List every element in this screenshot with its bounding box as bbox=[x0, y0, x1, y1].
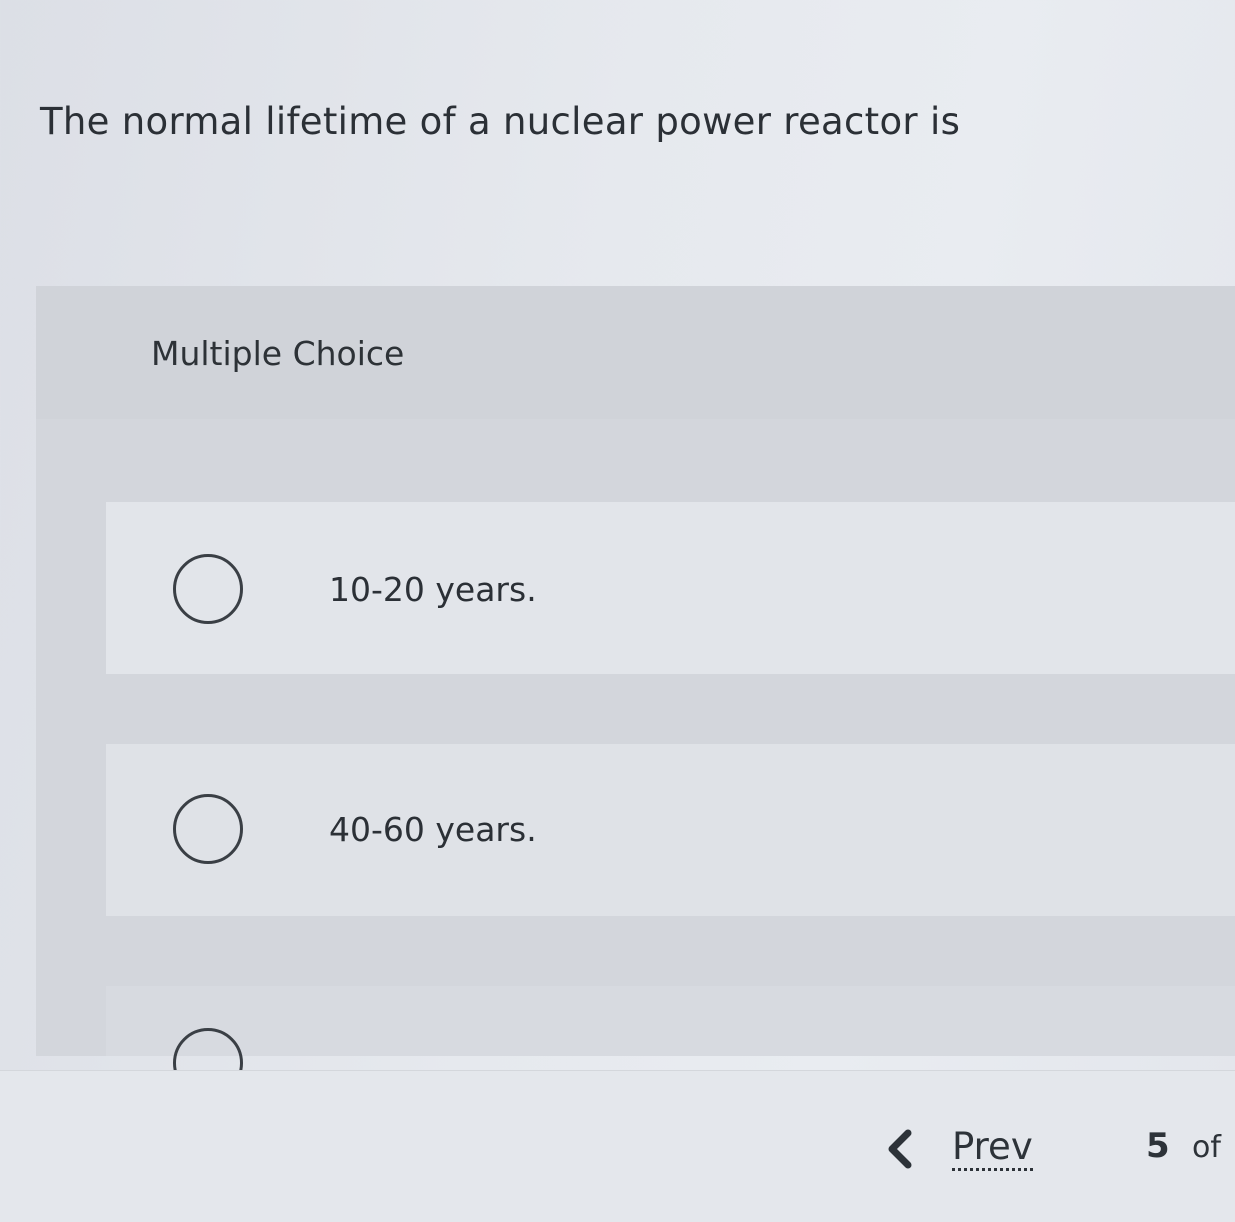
chevron-left-icon bbox=[888, 1129, 912, 1169]
navigation-bar bbox=[0, 1070, 1235, 1222]
multiple-choice-label: Multiple Choice bbox=[151, 334, 405, 373]
answer-option-2[interactable]: 40-60 years. bbox=[106, 744, 1235, 916]
prev-button[interactable]: Prev bbox=[884, 1124, 1033, 1174]
radio-button-option-1[interactable] bbox=[173, 554, 243, 624]
answer-option-3[interactable] bbox=[106, 986, 1235, 1098]
prev-button-label: Prev bbox=[952, 1127, 1033, 1171]
answer-option-1[interactable]: 10-20 years. bbox=[106, 502, 1235, 674]
page-of-label: of bbox=[1192, 1130, 1221, 1165]
multiple-choice-header: Multiple Choice bbox=[36, 286, 1235, 419]
answer-option-1-text: 10-20 years. bbox=[329, 570, 537, 609]
answer-option-2-text: 40-60 years. bbox=[329, 810, 537, 849]
current-page-number: 5 bbox=[1146, 1126, 1170, 1166]
question-text: The normal lifetime of a nuclear power r… bbox=[40, 100, 961, 143]
radio-button-option-2[interactable] bbox=[173, 794, 243, 864]
multiple-choice-panel: Multiple Choice 10-20 years. 40-60 years… bbox=[36, 286, 1235, 1098]
